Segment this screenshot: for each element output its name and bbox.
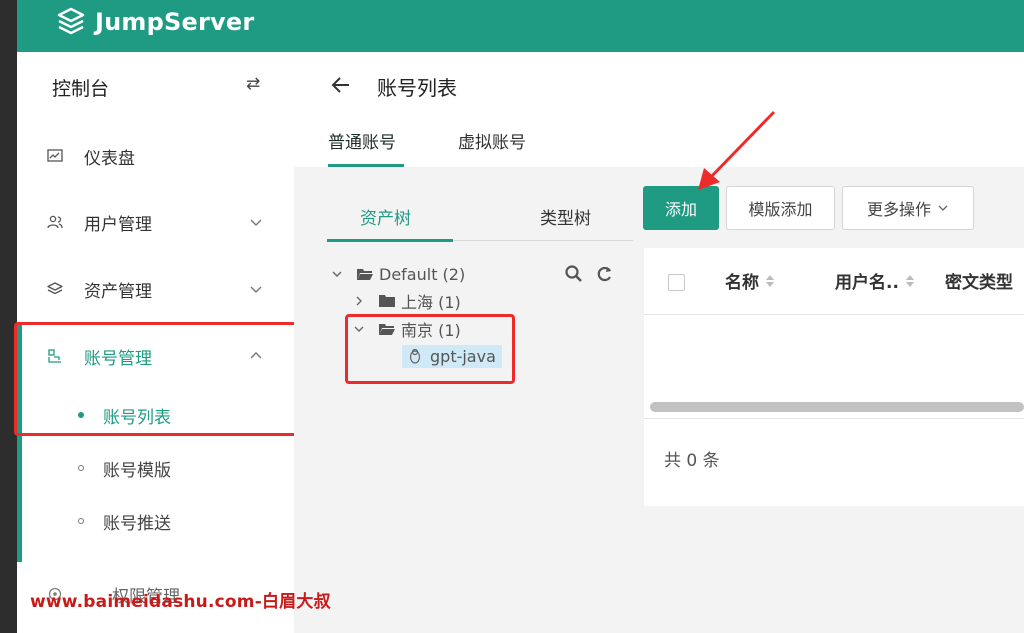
users-icon (46, 213, 64, 231)
horizontal-scrollbar[interactable] (650, 402, 1024, 412)
more-actions-button[interactable]: 更多操作 (842, 186, 974, 230)
dashboard-icon (46, 147, 64, 165)
window-edge (0, 0, 17, 633)
watermark: www.baimeidashu.com-白眉大叔 (30, 592, 331, 612)
sidebar-subitem-label: 账号推送 (103, 513, 171, 534)
select-all-checkbox[interactable] (668, 274, 685, 291)
sidebar-item-label: 资产管理 (84, 281, 152, 302)
sidebar-subitem-label: 账号模版 (103, 460, 171, 481)
page-header: 账号列表 普通账号 虚拟账号 (294, 52, 1024, 167)
caret-right-icon[interactable] (352, 294, 366, 308)
back-arrow-icon[interactable] (330, 74, 352, 96)
tab-active-indicator (328, 164, 404, 167)
table-footer-divider (644, 418, 1024, 419)
sidebar-item-users[interactable]: 用户管理 (20, 202, 294, 242)
caret-down-icon[interactable] (330, 267, 344, 281)
highlight-box-sidebar (14, 322, 298, 436)
sidebar-item-dashboard[interactable]: 仪表盘 (20, 136, 294, 176)
swap-view-icon[interactable]: ⇄ (246, 74, 260, 94)
refresh-icon[interactable] (595, 264, 615, 284)
tab-virtual-accounts[interactable]: 虚拟账号 (458, 128, 526, 153)
accounts-table: 名称 用户名.. 密文类型 共 0 条 (644, 248, 1024, 506)
column-header-label: 密文类型 (945, 273, 1013, 293)
column-header-name[interactable]: 名称 (725, 268, 775, 293)
brand-name: JumpServer (95, 8, 255, 36)
sidebar-item-assets[interactable]: 资产管理 (20, 269, 294, 309)
search-icon[interactable] (564, 264, 584, 284)
tab-normal-accounts[interactable]: 普通账号 (328, 128, 396, 153)
folder-icon (379, 295, 395, 307)
column-header-label: 名称 (725, 273, 759, 293)
sort-icon[interactable] (905, 274, 915, 288)
column-header-label: 用户名.. (835, 273, 899, 293)
logo[interactable]: JumpServer (55, 4, 254, 40)
bullet-icon (78, 465, 84, 471)
tree-node-shanghai[interactable]: 上海 (1) (352, 289, 461, 313)
sidebar-item-label: 仪表盘 (84, 148, 135, 169)
tab-type-tree[interactable]: 类型树 (540, 204, 591, 229)
assets-icon (46, 280, 64, 298)
more-actions-label: 更多操作 (866, 200, 931, 219)
column-header-secret-type[interactable]: 密文类型 (945, 268, 1013, 293)
sidebar-title: 控制台 (52, 78, 110, 100)
tree-node-label: Default (2) (379, 264, 466, 284)
tree-node-label: 上海 (1) (401, 293, 461, 312)
column-header-username[interactable]: 用户名.. (835, 268, 915, 293)
top-bar: JumpServer (17, 0, 1024, 52)
jumpserver-logo-icon (57, 7, 85, 35)
sidebar-item-label: 用户管理 (84, 214, 152, 235)
chevron-down-icon (938, 205, 948, 211)
tab-asset-tree[interactable]: 资产树 (360, 204, 411, 229)
sidebar-subitem-account-template[interactable]: 账号模版 (20, 450, 294, 486)
page-title: 账号列表 (377, 76, 457, 100)
table-header-divider (644, 314, 1024, 315)
pagination-total: 共 0 条 (664, 451, 720, 471)
sort-icon[interactable] (765, 274, 775, 288)
bullet-icon (78, 518, 84, 524)
tree-tab-active-indicator (327, 239, 453, 242)
chevron-down-icon (250, 286, 262, 293)
chevron-down-icon (250, 219, 262, 226)
tree-node-default[interactable]: Default (2) (330, 262, 465, 286)
annotation-arrow-icon (698, 110, 776, 190)
folder-open-icon (357, 269, 373, 280)
sidebar-subitem-account-push[interactable]: 账号推送 (20, 503, 294, 539)
highlight-box-tree (345, 314, 515, 384)
